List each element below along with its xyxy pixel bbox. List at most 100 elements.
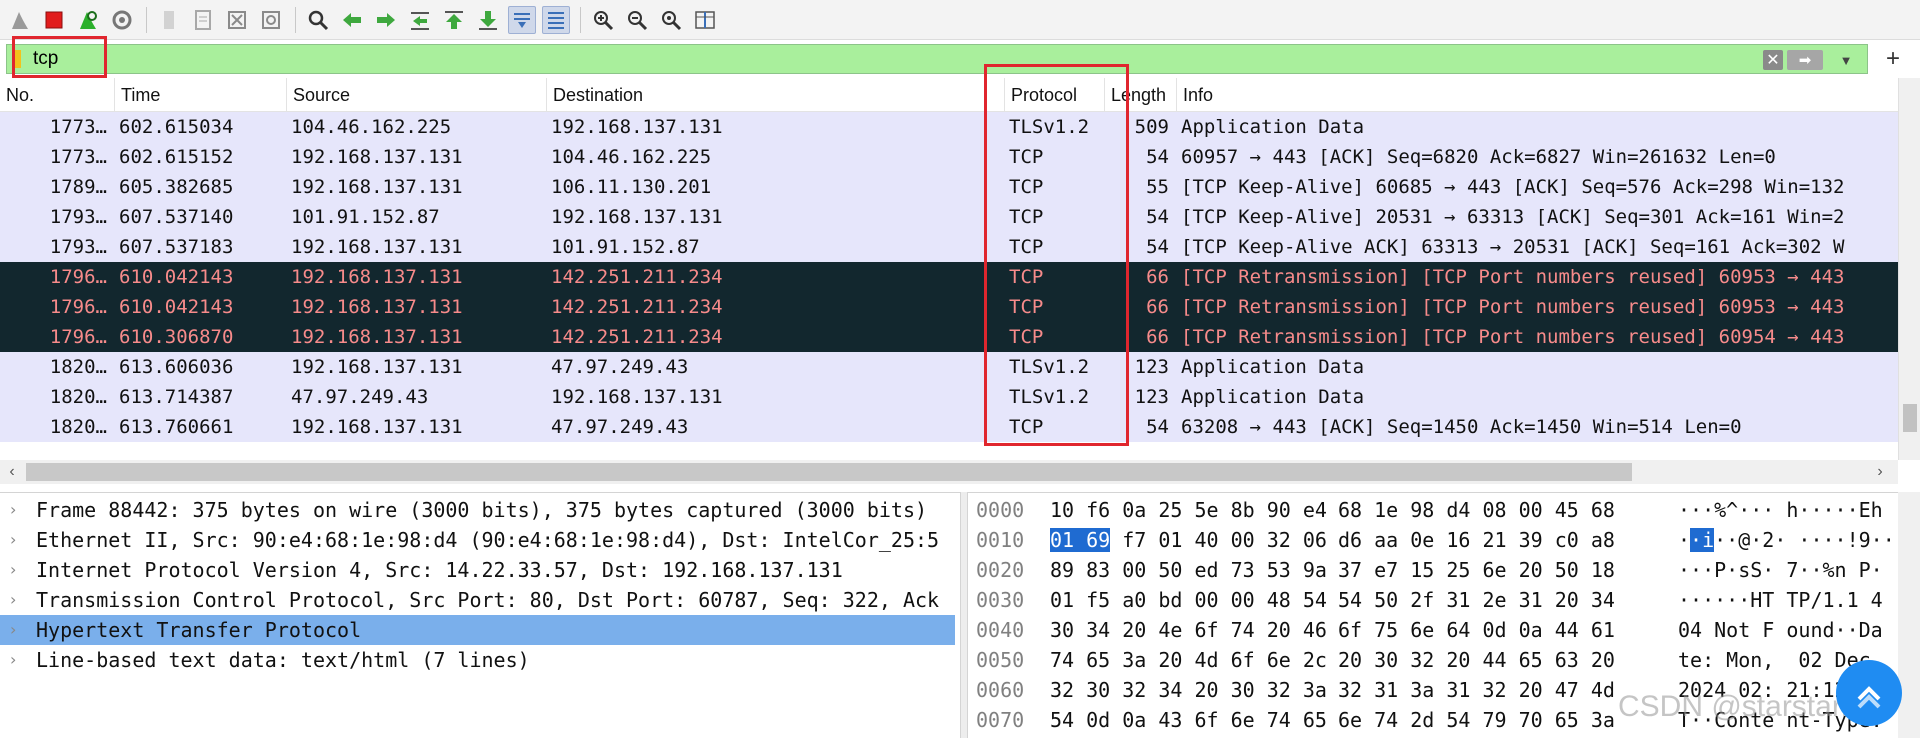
column-header-time[interactable]: Time (115, 78, 287, 112)
detail-tree-item[interactable]: › Internet Protocol Version 4, Src: 14.22… (0, 555, 955, 585)
go-first-button[interactable] (440, 6, 468, 34)
packet-cell-length: 54 (1146, 416, 1169, 438)
column-header-length[interactable]: Length (1105, 78, 1177, 112)
column-header-source[interactable]: Source (287, 78, 547, 112)
column-header-info[interactable]: Info (1177, 78, 1898, 112)
packet-row[interactable]: 1793… 607.537140 101.91.152.87 192.168.137.… (0, 202, 1898, 232)
capture-options-button[interactable] (108, 6, 136, 34)
main-toolbar (0, 0, 1920, 40)
go-forward-icon (377, 12, 395, 27)
packet-cell-protocol: TCP (1009, 266, 1044, 288)
packet-cell-source: 192.168.137.131 (291, 176, 463, 198)
bytes-pane-scrollbar[interactable] (1898, 492, 1920, 738)
packet-list-vertical-scrollbar[interactable] (1898, 78, 1920, 460)
chevron-right-icon[interactable]: › (10, 495, 16, 525)
packet-row[interactable]: 1773… 602.615152 192.168.137.131 104.46.162… (0, 142, 1898, 172)
chevron-right-icon[interactable]: › (10, 615, 16, 645)
close-file-button[interactable] (223, 6, 251, 34)
auto-scroll-button[interactable] (508, 5, 536, 34)
save-file-button[interactable] (189, 6, 217, 34)
resize-columns-button[interactable] (691, 6, 719, 34)
bytes-row[interactable]: 0030 01 f5 a0 bd 00 00 48 54 54 50 2f 31 2… (968, 585, 1898, 615)
packet-row[interactable]: 1789… 605.382685 192.168.137.131 106.11.130… (0, 172, 1898, 202)
scroll-right-icon[interactable]: › (1870, 460, 1890, 484)
filter-bookmark-icon[interactable] (13, 50, 21, 68)
hex-bytes-rest: f7 01 40 00 32 06 (1110, 528, 1327, 552)
packet-cell-destination: 192.168.137.131 (551, 386, 723, 408)
packet-cell-destination: 142.251.211.234 (551, 266, 723, 288)
detail-tree-item[interactable]: › Hypertext Transfer Protocol (0, 615, 955, 645)
hex-bytes-second-half: d6 aa 0e 16 21 39 c0 a8 (1338, 528, 1615, 552)
go-last-button[interactable] (474, 6, 502, 34)
chevron-right-icon[interactable]: › (10, 525, 16, 555)
bytes-row[interactable]: 0000 10 f6 0a 25 5e 8b 90 e4 68 1e 98 d4 0… (968, 495, 1898, 525)
go-to-packet-button[interactable] (406, 6, 434, 34)
chevron-right-icon[interactable]: › (10, 555, 16, 585)
column-header-protocol[interactable]: Protocol (1005, 78, 1105, 112)
packet-cell-source: 192.168.137.131 (291, 236, 463, 258)
pane-splitter[interactable] (960, 492, 968, 738)
stop-capture-button[interactable] (40, 6, 68, 34)
packet-cell-source: 101.91.152.87 (291, 206, 440, 228)
display-filter-input[interactable] (33, 48, 1733, 70)
packet-row[interactable]: 1796… 610.042143 192.168.137.131 142.251.21… (0, 262, 1898, 292)
packet-list-horizontal-scrollbar[interactable]: ‹ › (0, 460, 1898, 484)
chevron-right-icon[interactable]: › (10, 645, 16, 675)
floating-action-button[interactable] (1836, 660, 1902, 726)
scrollbar-thumb[interactable] (1903, 404, 1917, 432)
open-file-button[interactable] (155, 6, 183, 34)
packet-cell-info: Application Data (1181, 386, 1365, 408)
packet-row[interactable]: 1796… 610.042143 192.168.137.131 142.251.21… (0, 292, 1898, 322)
restart-capture-button[interactable] (74, 6, 102, 34)
detail-tree-item[interactable]: › Ethernet II, Src: 90:e4:68:1e:98:d4 (90… (0, 525, 955, 555)
reload-file-button[interactable] (257, 6, 285, 34)
packet-row[interactable]: 1773… 602.615034 104.46.162.225 192.168.137… (0, 112, 1898, 142)
scrollbar-thumb[interactable] (26, 463, 1632, 481)
packet-cell-source: 47.97.249.43 (291, 386, 429, 408)
scroll-left-icon[interactable]: ‹ (2, 460, 22, 484)
bytes-row[interactable]: 0050 74 65 3a 20 4d 6f 6e 2c 20 30 32 20 4… (968, 645, 1898, 675)
go-back-icon (343, 12, 361, 27)
column-header-no[interactable]: No. (0, 78, 115, 112)
detail-tree-item[interactable]: › Line-based text data: text/html (7 line… (0, 645, 955, 675)
zoom-in-button[interactable] (589, 6, 617, 34)
hex-bytes-second-half: 32 31 3a 31 32 20 47 4d (1338, 678, 1615, 702)
packet-cell-destination: 142.251.211.234 (551, 296, 723, 318)
clear-filter-icon[interactable]: ✕ (1763, 50, 1783, 70)
packet-row[interactable]: 1796… 610.306870 192.168.137.131 142.251.21… (0, 322, 1898, 352)
bytes-row[interactable]: 0040 30 34 20 4e 6f 74 20 46 6f 75 6e 64 0… (968, 615, 1898, 645)
byte-offset: 0070 (976, 708, 1025, 732)
column-header-destination[interactable]: Destination (547, 78, 1005, 112)
chevron-down-icon[interactable]: ▼ (1835, 50, 1857, 70)
detail-tree-label: Hypertext Transfer Protocol (36, 618, 362, 642)
go-forward-button[interactable] (372, 6, 400, 34)
chevron-right-icon[interactable]: › (10, 585, 16, 615)
packet-cell-time: 605.382685 (119, 176, 234, 198)
packet-row[interactable]: 1820… 613.760661 192.168.137.131 47.97.249.… (0, 412, 1898, 442)
toolbar-separator (580, 6, 581, 33)
detail-tree-item[interactable]: › Transmission Control Protocol, Src Port… (0, 585, 955, 615)
packet-cell-time: 607.537140 (119, 206, 234, 228)
start-capture-button[interactable] (6, 6, 34, 34)
find-packet-button[interactable] (304, 6, 332, 34)
ascii-text: ······HT TP/1.1 4 (1678, 588, 1883, 612)
packet-row[interactable]: 1793… 607.537183 192.168.137.131 101.91.152… (0, 232, 1898, 262)
toolbar-separator (146, 6, 147, 33)
detail-tree-item[interactable]: › Frame 88442: 375 bytes on wire (3000 bi… (0, 495, 955, 525)
packet-row[interactable]: 1820… 613.606036 192.168.137.131 47.97.249.… (0, 352, 1898, 382)
add-filter-button[interactable]: + (1878, 44, 1908, 74)
zoom-reset-button[interactable] (657, 6, 685, 34)
packet-cell-source: 192.168.137.131 (291, 296, 463, 318)
packet-row[interactable]: 1820… 613.714387 47.97.249.43 192.168.137.1… (0, 382, 1898, 412)
hex-bytes-first-half: 74 65 3a 20 4d 6f 6e 2c (1050, 648, 1327, 672)
hex-bytes-first-half: 01 69 f7 01 40 00 32 06 (1050, 525, 1327, 555)
go-back-button[interactable] (338, 6, 366, 34)
zoom-out-button[interactable] (623, 6, 651, 34)
packet-cell-source: 192.168.137.131 (291, 326, 463, 348)
bytes-row[interactable]: 0010 01 69 f7 01 40 00 32 06 d6 aa 0e 16 2… (968, 525, 1898, 555)
colorize-button[interactable] (542, 5, 570, 34)
hex-bytes-first-half: 10 f6 0a 25 5e 8b 90 e4 (1050, 498, 1327, 522)
byte-offset: 0030 (976, 588, 1025, 612)
apply-filter-icon[interactable]: ➡ (1787, 50, 1823, 70)
bytes-row[interactable]: 0020 89 83 00 50 ed 73 53 9a 37 e7 15 25 6… (968, 555, 1898, 585)
